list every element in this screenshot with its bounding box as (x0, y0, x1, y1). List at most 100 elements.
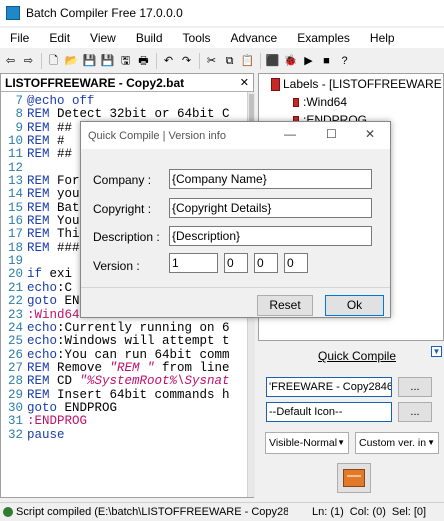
menu-advance[interactable]: Advance (221, 28, 288, 48)
visibility-value: Visible-Normal (269, 437, 338, 449)
output-exe-field[interactable]: 'FREEWARE - Copy2846.exe (266, 377, 392, 397)
menu-file[interactable]: File (0, 28, 39, 48)
code-token: REM (27, 120, 50, 135)
company-label: Company : (93, 173, 152, 187)
minimize-icon[interactable]: — (284, 127, 296, 141)
description-field[interactable]: {Description} (169, 226, 372, 246)
version-build-field[interactable]: 0 (254, 253, 278, 273)
line-number: 30 (7, 400, 23, 415)
code-line[interactable]: 8 REM Detect 32bit or 64bit C (1, 107, 247, 121)
save-as-icon[interactable]: 🖫 (117, 53, 134, 70)
cut-icon[interactable]: ✂ (203, 53, 220, 70)
stop-icon[interactable]: ■ (318, 53, 335, 70)
chevron-down-icon: ▼ (427, 438, 435, 447)
code-token: :Currently running on 6 (57, 320, 230, 335)
menu-view[interactable]: View (80, 28, 126, 48)
code-token: Bat (49, 200, 80, 215)
print-icon[interactable]: 🖶 (135, 53, 152, 70)
code-line[interactable]: 7 @echo off (1, 95, 247, 108)
line-number: 17 (7, 227, 23, 242)
icon-select-field[interactable]: --Default Icon-- (266, 402, 392, 422)
quick-compile-title[interactable]: Quick Compile (318, 349, 396, 363)
debug-bug-icon[interactable]: 🐞 (282, 53, 299, 70)
back-icon[interactable]: ⇦ (2, 53, 19, 70)
code-line[interactable]: 32 pause (1, 427, 247, 442)
compile-button[interactable] (337, 463, 371, 493)
copy-icon[interactable]: ⧉ (221, 53, 238, 70)
open-folder-icon[interactable]: 📂 (63, 53, 80, 70)
menu-examples[interactable]: Examples (287, 28, 360, 48)
copyright-label: Copyright : (93, 202, 152, 216)
menu-build[interactable]: Build (126, 28, 173, 48)
code-line[interactable]: 28 REM CD "%SystemRoot%\Sysnat (1, 374, 247, 389)
code-token: ENDPROG (57, 400, 118, 415)
code-token: REM (27, 147, 50, 162)
labels-tree-item[interactable]: :Wind64 (293, 95, 347, 109)
save-icon[interactable]: 💾 (81, 53, 98, 70)
save-all-icon[interactable]: 💾 (99, 53, 116, 70)
line-number: 21 (7, 280, 23, 295)
status-col: Col: (0) (349, 506, 386, 518)
code-line[interactable]: 31:ENDPROG (1, 414, 247, 429)
code-line[interactable]: 30 goto ENDPROG (1, 400, 247, 415)
maximize-icon[interactable]: ☐ (326, 127, 337, 141)
code-token: REM (27, 187, 50, 202)
menu-tools[interactable]: Tools (173, 28, 221, 48)
line-number: 27 (7, 360, 23, 375)
code-token: Remove (49, 360, 110, 375)
line-number: 19 (7, 254, 23, 269)
redo-icon[interactable]: ↷ (178, 53, 195, 70)
code-token: :Wind64 (27, 307, 80, 322)
code-token: Thi (49, 227, 80, 242)
line-number: 7 (15, 95, 23, 108)
version-minor-field[interactable]: 0 (224, 253, 248, 273)
labels-tree-root[interactable]: Labels - [LISTOFFREEWARE (271, 77, 442, 91)
close-tab-icon[interactable]: ✕ (240, 76, 249, 89)
copyright-field[interactable]: {Copyright Details} (169, 198, 372, 218)
labels-tree-root-label: Labels - [LISTOFFREEWARE (283, 77, 442, 91)
toolbar-separator (41, 53, 42, 69)
line-number: 32 (7, 427, 23, 442)
line-number: 29 (7, 387, 23, 402)
dialog-title-bar: Quick Compile | Version info — ☐ ✕ (81, 122, 390, 149)
menu-help[interactable]: Help (360, 28, 405, 48)
browse-icon-button[interactable]: ... (398, 402, 432, 422)
menu-edit[interactable]: Edit (39, 28, 80, 48)
code-line[interactable]: 26 echo:You can run 64bit comm (1, 348, 247, 362)
help-icon[interactable]: ? (336, 53, 353, 70)
new-file-icon[interactable]: 🗋 (45, 53, 62, 70)
batch-compiler-app-icon (6, 6, 20, 20)
ok-button[interactable]: Ok (325, 295, 384, 316)
line-number: 25 (7, 334, 23, 349)
code-token: REM (27, 240, 50, 255)
close-icon[interactable]: ✕ (365, 127, 375, 141)
company-field[interactable]: {Company Name} (169, 169, 372, 189)
version-mode-dropdown[interactable]: Custom ver. in ▼ (355, 432, 439, 454)
compile-package-icon[interactable]: ⬛ (264, 53, 281, 70)
dialog-form: Company : {Company Name} Copyright : {Co… (81, 149, 390, 288)
toolbar-separator (260, 53, 261, 69)
line-number: 12 (7, 160, 23, 175)
line-number: 10 (7, 134, 23, 149)
code-token: CD (49, 374, 80, 389)
forward-icon[interactable]: ⇨ (20, 53, 37, 70)
paste-icon[interactable]: 📋 (239, 53, 256, 70)
run-icon[interactable]: ▶ (300, 53, 317, 70)
code-token: :ENDPROG (27, 414, 88, 429)
code-token: you (49, 187, 80, 202)
code-line[interactable]: 25 echo:Windows will attempt t (1, 334, 247, 349)
code-token: REM (27, 214, 50, 229)
version-revision-field[interactable]: 0 (284, 253, 308, 273)
code-token: REM (27, 200, 50, 215)
version-major-field[interactable]: 1 (169, 253, 218, 273)
visibility-dropdown[interactable]: Visible-Normal ▼ (265, 432, 349, 454)
code-line[interactable]: 27 REM Remove "REM " from line (1, 360, 247, 375)
line-number: 13 (7, 174, 23, 189)
undo-icon[interactable]: ↶ (160, 53, 177, 70)
code-line[interactable]: 24 echo:Currently running on 6 (1, 320, 247, 335)
editor-tab[interactable]: LISTOFFREEWARE - Copy2.bat ✕ (1, 74, 253, 92)
chevron-down-icon[interactable]: ▼ (431, 346, 442, 357)
code-line[interactable]: 29 REM Insert 64bit commands h (1, 387, 247, 402)
reset-button[interactable]: Reset (257, 295, 313, 316)
browse-output-button[interactable]: ... (398, 377, 432, 397)
